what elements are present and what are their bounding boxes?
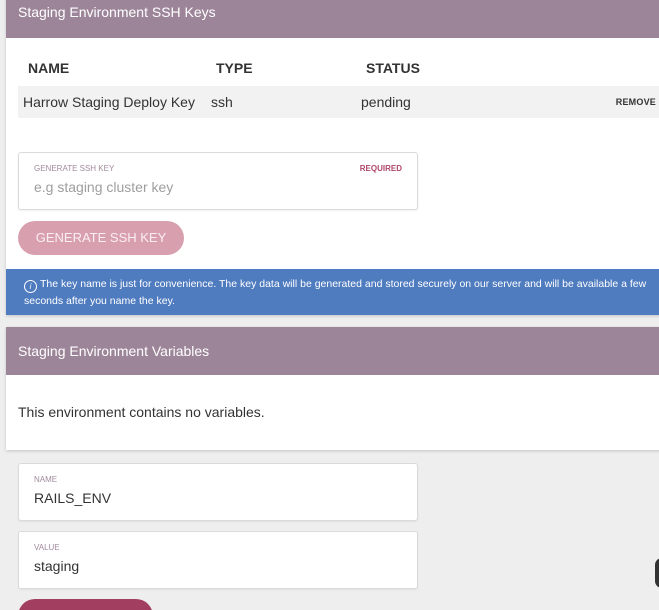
info-text: The key name is just for convenience. Th… <box>24 278 647 307</box>
ssh-keys-card: Staging Environment SSH Keys NAME TYPE S… <box>6 0 659 315</box>
column-status: STATUS <box>366 60 420 76</box>
variable-name-input[interactable] <box>34 490 404 506</box>
add-variable-button[interactable] <box>18 599 153 610</box>
generate-ssh-key-button[interactable]: GENERATE SSH KEY <box>18 221 184 255</box>
remove-key-button[interactable]: REMOVE <box>616 86 656 118</box>
help-widget[interactable] <box>655 558 659 588</box>
ssh-keys-title: Staging Environment SSH Keys <box>18 4 216 20</box>
column-name: NAME <box>28 60 70 76</box>
variable-value-input[interactable] <box>34 558 404 574</box>
info-banner: i The key name is just for convenience. T… <box>6 269 659 315</box>
info-circle-icon: i <box>24 280 37 293</box>
required-badge: REQUIRED <box>359 164 402 173</box>
key-status: pending <box>361 94 411 110</box>
generate-ssh-key-label: GENERATE SSH KEY <box>34 164 115 173</box>
key-type: ssh <box>211 94 233 110</box>
no-variables-text: This environment contains no variables. <box>18 404 265 420</box>
ssh-key-name-input[interactable] <box>34 179 404 195</box>
ssh-keys-table-header: NAME TYPE STATUS <box>23 57 659 79</box>
table-row: Harrow Staging Deploy Key ssh pending RE… <box>18 86 659 118</box>
variables-card: Staging Environment Variables This envir… <box>6 327 659 450</box>
page: Staging Environment SSH Keys NAME TYPE S… <box>0 0 659 610</box>
variables-title: Staging Environment Variables <box>18 343 210 359</box>
variable-value-label: VALUE <box>34 543 60 552</box>
column-type: TYPE <box>216 60 253 76</box>
variables-header: Staging Environment Variables <box>6 327 659 375</box>
ssh-keys-header: Staging Environment SSH Keys <box>6 0 659 38</box>
key-name: Harrow Staging Deploy Key <box>23 94 195 110</box>
variable-name-label: NAME <box>34 475 58 484</box>
variable-name-field: NAME <box>18 463 418 521</box>
generate-ssh-key-field: GENERATE SSH KEY REQUIRED <box>18 152 418 210</box>
variable-value-field: VALUE <box>18 531 418 589</box>
